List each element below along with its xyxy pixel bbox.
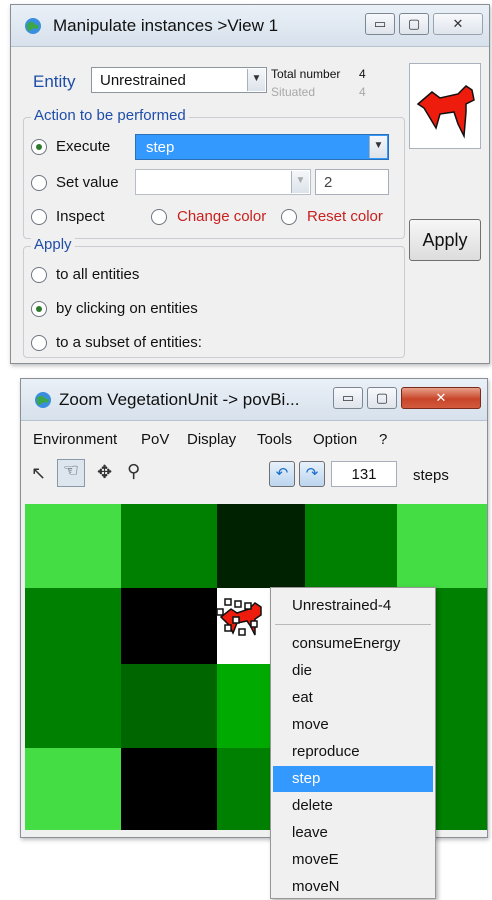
change-color-radio[interactable] — [151, 209, 167, 225]
menu-item-moven[interactable]: moveN — [273, 874, 433, 900]
menu-display[interactable]: Display — [187, 431, 236, 448]
context-menu-separator — [275, 624, 431, 625]
context-menu-header: Unrestrained-4 — [292, 597, 392, 614]
grid-cell[interactable] — [397, 504, 487, 588]
entity-select[interactable]: Unrestrained ▼ — [91, 67, 267, 93]
apply-all-radio[interactable] — [31, 267, 47, 283]
apply-click-label: by clicking on entities — [56, 300, 198, 317]
close-button[interactable]: ✕ — [433, 13, 483, 35]
set-value-input-text: 2 — [324, 174, 333, 191]
execute-label: Execute — [56, 138, 111, 155]
total-number-label: Total number — [271, 67, 341, 81]
grid-cell[interactable] — [121, 588, 217, 664]
menu-item-eat[interactable]: eat — [273, 685, 433, 711]
reset-color-radio[interactable] — [281, 209, 297, 225]
app-globe-icon — [35, 392, 51, 408]
grid-cell[interactable] — [25, 664, 121, 748]
magnifier-icon[interactable]: ⚲ — [127, 461, 140, 482]
toolbar: ↖ ☜ ✥ ⚲ ↶ ↷ 131 steps — [21, 457, 487, 497]
chevron-down-icon[interactable]: ▼ — [247, 69, 265, 91]
menu-help[interactable]: ? — [379, 431, 387, 448]
execute-select[interactable]: step ▼ — [135, 134, 389, 160]
animal-silhouette-icon — [416, 85, 475, 139]
entity-label: Entity — [33, 72, 76, 91]
grid-cell[interactable] — [121, 748, 217, 830]
window-title: Zoom VegetationUnit -> povBi... — [59, 390, 300, 409]
context-menu: Unrestrained-4 consumeEnergy die eat mov… — [270, 587, 436, 899]
menu-tools[interactable]: Tools — [257, 431, 292, 448]
entity-cluster-icon[interactable] — [211, 587, 271, 647]
hand-icon[interactable]: ☜ — [57, 459, 85, 487]
execute-select-value: step — [146, 139, 175, 156]
set-value-select[interactable]: ▼ — [135, 169, 311, 195]
grid-cell[interactable] — [25, 504, 121, 588]
grid-cell[interactable] — [305, 504, 397, 588]
close-button[interactable]: ✕ — [401, 387, 481, 409]
menu-pov[interactable]: PoV — [141, 431, 169, 448]
window-title: Manipulate instances >View 1 — [53, 16, 279, 35]
entity-select-value: Unrestrained — [100, 72, 186, 89]
pointer-icon[interactable]: ↖ — [31, 463, 46, 484]
move-cross-icon[interactable]: ✥ — [97, 462, 112, 483]
menu-environment[interactable]: Environment — [33, 431, 117, 448]
redo-arrow-icon: ↷ — [305, 465, 319, 482]
change-color-label: Change color — [177, 208, 267, 225]
menu-item-leave[interactable]: leave — [273, 820, 433, 846]
grid-cell[interactable] — [121, 504, 217, 588]
menu-option[interactable]: Option — [313, 431, 357, 448]
inspect-radio[interactable] — [31, 209, 47, 225]
apply-all-label: to all entities — [56, 266, 140, 283]
grid-cell[interactable] — [121, 664, 217, 748]
grid-cell[interactable] — [25, 588, 121, 664]
apply-button[interactable]: Apply — [409, 219, 481, 261]
apply-click-radio[interactable] — [31, 301, 47, 317]
manipulate-instances-window: Manipulate instances >View 1 ▭ ▢ ✕ Entit… — [10, 4, 490, 364]
entity-preview — [409, 63, 481, 149]
minimize-button[interactable]: ▭ — [365, 13, 395, 35]
menu-item-reproduce[interactable]: reproduce — [273, 739, 433, 765]
set-value-input[interactable]: 2 — [315, 169, 389, 195]
action-group-title: Action to be performed — [31, 107, 189, 124]
reset-color-label: Reset color — [307, 208, 383, 225]
total-number-value: 4 — [359, 67, 366, 81]
app-globe-icon — [25, 18, 41, 34]
menu-item-step[interactable]: step — [273, 766, 433, 792]
grid-cell[interactable] — [25, 748, 121, 830]
grid-cell[interactable] — [217, 504, 305, 588]
situated-label: Situated — [271, 85, 316, 99]
menu-bar: Environment PoV Display Tools Option ? — [21, 423, 487, 455]
maximize-button[interactable]: ▢ — [367, 387, 397, 409]
set-value-label: Set value — [56, 174, 119, 191]
menu-item-move[interactable]: move — [273, 712, 433, 738]
chevron-down-icon[interactable]: ▼ — [291, 171, 309, 193]
menu-item-delete[interactable]: delete — [273, 793, 433, 819]
menu-item-consumeenergy[interactable]: consumeEnergy — [273, 631, 433, 657]
menu-item-die[interactable]: die — [273, 658, 433, 684]
situated-value: 4 — [359, 85, 366, 99]
step-back-button[interactable]: ↶ — [269, 461, 295, 487]
title-bar: Zoom VegetationUnit -> povBi... ▭ ▢ ✕ — [21, 379, 487, 421]
execute-radio[interactable] — [31, 139, 47, 155]
inspect-label: Inspect — [56, 208, 105, 225]
minimize-button[interactable]: ▭ — [333, 387, 363, 409]
set-value-radio[interactable] — [31, 175, 47, 191]
steps-value: 131 — [351, 466, 377, 483]
menu-item-movee[interactable]: moveE — [273, 847, 433, 873]
step-forward-button[interactable]: ↷ — [299, 461, 325, 487]
apply-subset-label: to a subset of entities: — [56, 334, 202, 351]
apply-button-label: Apply — [422, 230, 468, 250]
steps-label: steps — [413, 467, 449, 484]
apply-subset-radio[interactable] — [31, 335, 47, 351]
apply-group-title: Apply — [31, 236, 75, 253]
chevron-down-icon[interactable]: ▼ — [369, 136, 387, 158]
undo-arrow-icon: ↶ — [275, 465, 289, 482]
steps-input[interactable]: 131 — [331, 461, 397, 487]
title-bar: Manipulate instances >View 1 ▭ ▢ ✕ — [11, 5, 489, 47]
maximize-button[interactable]: ▢ — [399, 13, 429, 35]
